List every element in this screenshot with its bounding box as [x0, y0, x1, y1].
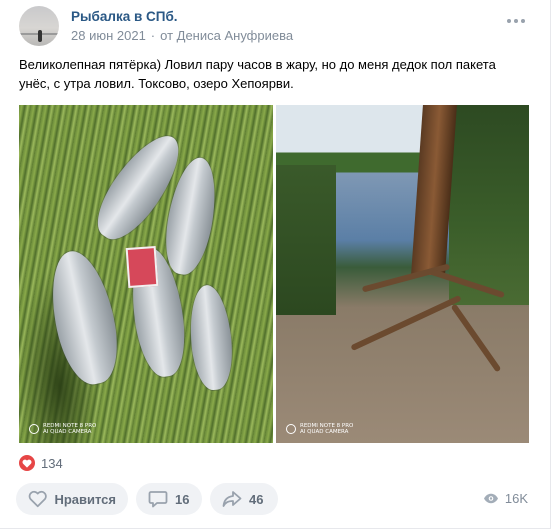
views-counter: 16K: [483, 491, 528, 506]
eye-icon: [483, 493, 498, 504]
more-dot: [507, 19, 511, 23]
post-photo-fish[interactable]: REDMI NOTE 8 PRO AI QUAD CAMERA: [19, 105, 273, 443]
post-card: Рыбалка в СПб. 28 июн 2021 · от Дениса Ану…: [0, 0, 551, 529]
fish-shape: [41, 245, 127, 390]
heart-icon: [22, 459, 32, 468]
matchbox: [125, 246, 159, 288]
views-count: 16K: [504, 491, 528, 506]
more-button[interactable]: [507, 16, 527, 26]
post-author[interactable]: от Дениса Ануфриева: [160, 28, 293, 43]
post-actions: Нравится 16 46 16K: [16, 483, 534, 515]
comment-count: 16: [175, 491, 190, 507]
post-date[interactable]: 28 июн 2021: [71, 28, 146, 43]
like-label: Нравится: [54, 491, 116, 507]
watermark-line: AI QUAD CAMERA: [43, 429, 92, 435]
post-text: Великолепная пятёрка) Ловил пару часов в…: [19, 57, 496, 91]
more-dot: [514, 19, 518, 23]
fish-shape: [186, 283, 236, 392]
heart-outline-icon: [28, 490, 47, 508]
comment-button[interactable]: 16: [136, 483, 202, 515]
camera-watermark-icon: [286, 424, 296, 434]
group-avatar[interactable]: [19, 6, 59, 46]
post-meta: 28 июн 2021 · от Дениса Ануфриева: [71, 28, 293, 43]
share-count: 46: [249, 491, 264, 507]
tree-root: [361, 263, 451, 293]
more-dot: [521, 19, 525, 23]
share-icon: [222, 491, 242, 507]
post-photo-lake[interactable]: REDMI NOTE 8 PRO AI QUAD CAMERA: [276, 105, 529, 443]
avatar-figure: [38, 30, 42, 42]
meta-separator: ·: [150, 28, 156, 43]
tree-root: [450, 303, 502, 373]
likes-count: 134: [41, 455, 63, 471]
heart-badge: [19, 455, 35, 471]
comment-icon: [148, 491, 168, 508]
photo-watermark: REDMI NOTE 8 PRO AI QUAD CAMERA: [29, 423, 96, 435]
watermark-line: AI QUAD CAMERA: [300, 429, 349, 435]
like-button[interactable]: Нравится: [16, 483, 128, 515]
tree-root: [350, 294, 462, 352]
group-name-link[interactable]: Рыбалка в СПб.: [71, 9, 178, 24]
camera-watermark-icon: [29, 424, 39, 434]
photo-watermark: REDMI NOTE 8 PRO AI QUAD CAMERA: [286, 423, 353, 435]
likes-summary[interactable]: 134: [19, 455, 63, 471]
forest-right: [449, 105, 529, 305]
share-button[interactable]: 46: [210, 483, 278, 515]
forest-left: [276, 165, 336, 315]
